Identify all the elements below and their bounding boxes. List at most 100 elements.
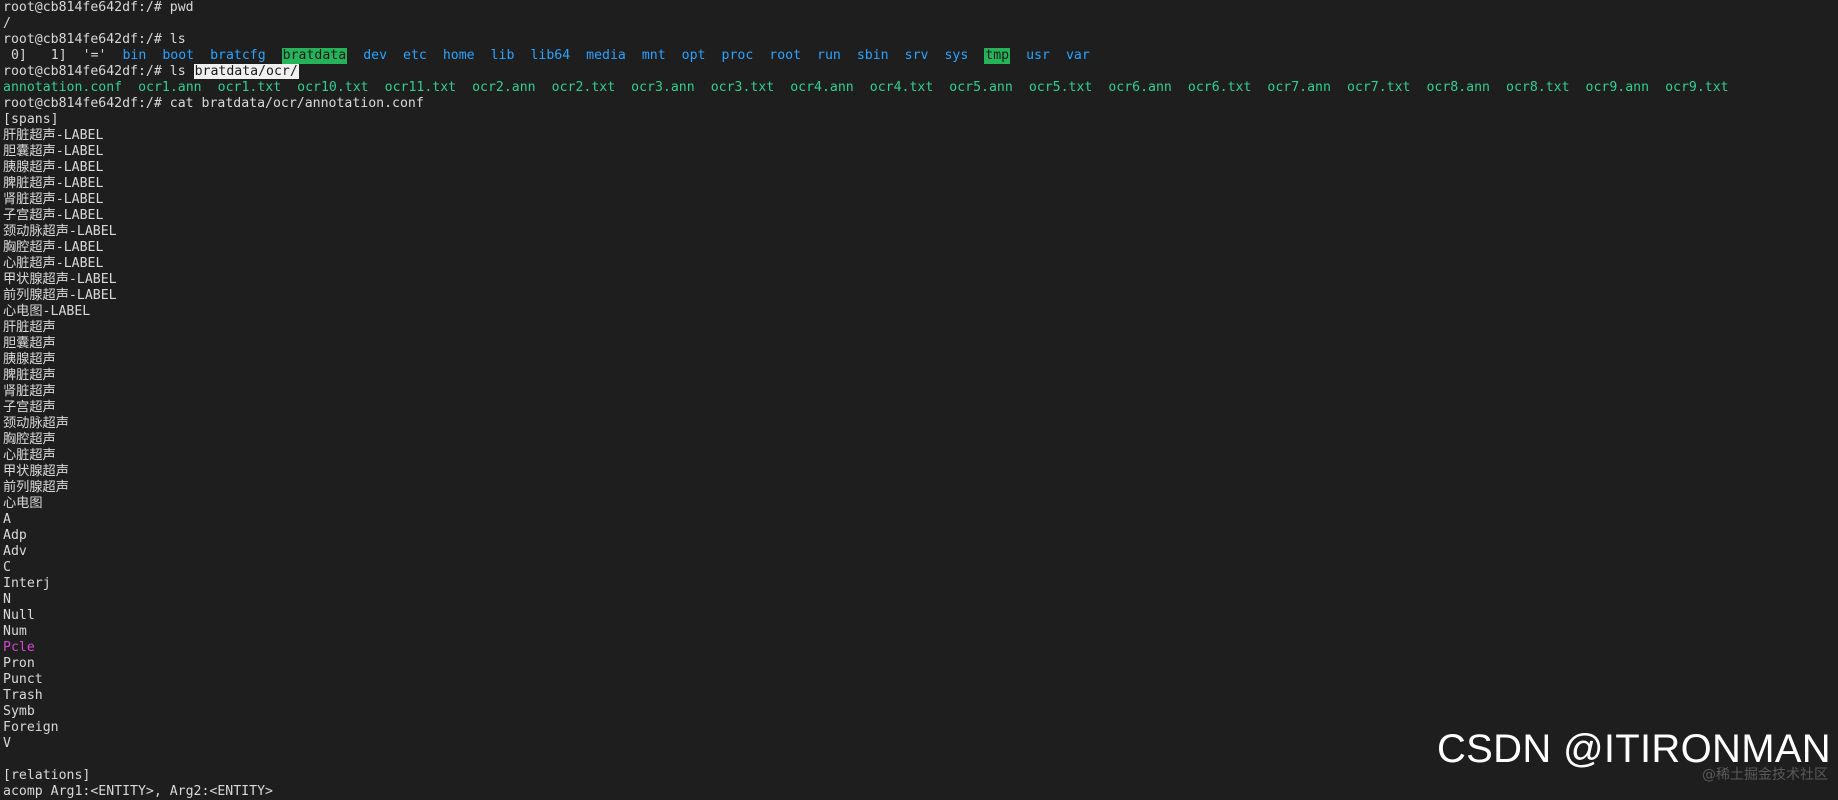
span-entry: 子宫超声 [3, 400, 56, 415]
juejin-watermark: @稀土掘金技术社区 [1702, 767, 1828, 783]
span-entry: Null [3, 608, 35, 623]
ls-dir-entry[interactable]: proc [722, 48, 754, 64]
span-entry: Num [3, 624, 27, 639]
command-text: pwd [169, 0, 194, 15]
ls-dir-entry-highlighted[interactable]: tmp [984, 48, 1011, 64]
ls-file-entry[interactable]: ocr2.ann [472, 80, 536, 96]
span-entry: 脾脏超声 [3, 368, 56, 383]
span-entry: 甲状腺超声-LABEL [3, 272, 117, 287]
ls-dir-entry[interactable]: bin [122, 48, 146, 64]
ls-file-entry[interactable]: ocr6.txt [1188, 80, 1252, 96]
output-pwd: / [3, 16, 11, 31]
span-entry: 颈动脉超声 [3, 416, 69, 431]
shell-prompt: root@cb814fe642df:/# [3, 32, 162, 47]
ls-file-entry[interactable]: ocr9.ann [1586, 80, 1650, 96]
span-entry: 肾脏超声 [3, 384, 56, 399]
command-line-pwd: root@cb814fe642df:/# pwd [3, 0, 1838, 16]
ls-dir-entry[interactable]: sbin [857, 48, 889, 64]
ls-dir-entry-highlighted[interactable]: bratdata [281, 48, 348, 64]
ls-entry: '=' [82, 48, 107, 63]
ls-entry: 1] [42, 48, 67, 63]
ls-dir-entry[interactable]: mnt [642, 48, 666, 64]
span-entry: 脾脏超声-LABEL [3, 176, 104, 191]
ls-dir-entry[interactable]: lib64 [530, 48, 570, 64]
ls-dir-entry[interactable]: srv [905, 48, 929, 64]
ls-file-entry[interactable]: ocr7.txt [1347, 80, 1411, 96]
ls-file-entry[interactable]: ocr4.ann [790, 80, 854, 96]
span-entry: 心电图 [3, 496, 43, 511]
terminal-window[interactable]: root@cb814fe642df:/# pwd / root@cb814fe6… [0, 0, 1838, 799]
span-entry: 胰腺超声-LABEL [3, 160, 104, 175]
relations-line: acomp Arg1:<ENTITY>, Arg2:<ENTITY> [3, 784, 273, 799]
span-entry: 胆囊超声 [3, 336, 56, 351]
ls-dir-entry[interactable]: dev [363, 48, 387, 64]
ls-dir-entry[interactable]: home [443, 48, 475, 64]
span-entry: A [3, 512, 11, 527]
shell-prompt: root@cb814fe642df:/# [3, 96, 162, 111]
span-entry: 前列腺超声-LABEL [3, 288, 117, 303]
command-line-ls: root@cb814fe642df:/# ls [3, 32, 1838, 48]
command-text: cat bratdata/ocr/annotation.conf [169, 96, 424, 111]
command-line-ls-ocr: root@cb814fe642df:/# ls bratdata/ocr/ [3, 64, 1838, 80]
span-entry: Symb [3, 704, 35, 719]
span-entry: 甲状腺超声 [3, 464, 69, 479]
span-entry: N [3, 592, 11, 607]
span-entry: Punct [3, 672, 43, 687]
ls-file-entry[interactable]: ocr1.txt [218, 80, 282, 96]
span-pcle: Pcle [3, 640, 35, 655]
span-entry: 颈动脉超声-LABEL [3, 224, 117, 239]
ls-dir-entry[interactable]: var [1066, 48, 1090, 64]
ls-file-entry[interactable]: annotation.conf [3, 80, 122, 96]
span-entry: 心电图-LABEL [3, 304, 91, 319]
spans-header: [spans] [3, 112, 59, 127]
command-text: ls [169, 32, 186, 47]
span-entry: 胰腺超声 [3, 352, 56, 367]
ls-dir-entry[interactable]: sys [944, 48, 968, 64]
ls-file-entry[interactable]: ocr7.ann [1267, 80, 1331, 96]
ls-file-entry[interactable]: ocr1.ann [138, 80, 202, 96]
span-entry: Pron [3, 656, 35, 671]
span-entry: Adv [3, 544, 27, 559]
ls-file-entry[interactable]: ocr2.txt [552, 80, 616, 96]
span-entry: 肾脏超声-LABEL [3, 192, 104, 207]
command-text: ls [169, 64, 186, 79]
ls-file-entry[interactable]: ocr5.txt [1029, 80, 1093, 96]
ls-dir-entry[interactable]: usr [1026, 48, 1050, 64]
ls-dir-entry[interactable]: run [817, 48, 841, 64]
shell-prompt: root@cb814fe642df:/# [3, 0, 162, 15]
span-entry: 心脏超声 [3, 448, 56, 463]
ls-file-entry[interactable]: ocr8.txt [1506, 80, 1570, 96]
ls-dir-entry[interactable]: opt [682, 48, 706, 64]
span-entry: 子宫超声-LABEL [3, 208, 104, 223]
ls-dir-entry[interactable]: boot [162, 48, 194, 64]
ls-root-output: 0] 1] '=' bin boot bratcfg bratdata dev etc home… [3, 48, 1838, 64]
spans-list: 肝脏超声-LABEL 胆囊超声-LABEL 胰腺超声-LABEL 脾脏超声-LABEL… [3, 128, 1838, 640]
ls-file-entry[interactable]: ocr4.txt [870, 80, 934, 96]
span-entry: 胸腔超声 [3, 432, 56, 447]
shell-prompt: root@cb814fe642df:/# [3, 64, 162, 79]
ls-file-entry[interactable]: ocr6.ann [1108, 80, 1172, 96]
span-entry: 胸腔超声-LABEL [3, 240, 104, 255]
span-entry: Adp [3, 528, 27, 543]
ls-entry: 0] [3, 48, 27, 63]
ls-dir-entry[interactable]: media [586, 48, 626, 64]
command-line-cat: root@cb814fe642df:/# cat bratdata/ocr/an… [3, 96, 1838, 112]
ls-file-entry[interactable]: ocr11.txt [385, 80, 456, 96]
span-entry: 肝脏超声-LABEL [3, 128, 104, 143]
span-entry: 胆囊超声-LABEL [3, 144, 104, 159]
span-entry: 肝脏超声 [3, 320, 56, 335]
ls-dir-entry[interactable]: root [769, 48, 801, 64]
ls-dir-entry[interactable]: lib [491, 48, 515, 64]
ls-file-entry[interactable]: ocr3.ann [631, 80, 695, 96]
span-entry: Interj [3, 576, 51, 591]
ls-file-entry[interactable]: ocr5.ann [949, 80, 1013, 96]
span-entry: C [3, 560, 11, 575]
ls-dir-entry[interactable]: bratcfg [210, 48, 266, 64]
span-entry: Trash [3, 688, 43, 703]
ls-file-entry[interactable]: ocr10.txt [297, 80, 368, 96]
selected-path[interactable]: bratdata/ocr/ [193, 64, 299, 79]
ls-file-entry[interactable]: ocr3.txt [711, 80, 775, 96]
ls-file-entry[interactable]: ocr9.txt [1665, 80, 1729, 96]
ls-file-entry[interactable]: ocr8.ann [1426, 80, 1490, 96]
ls-dir-entry[interactable]: etc [403, 48, 427, 64]
